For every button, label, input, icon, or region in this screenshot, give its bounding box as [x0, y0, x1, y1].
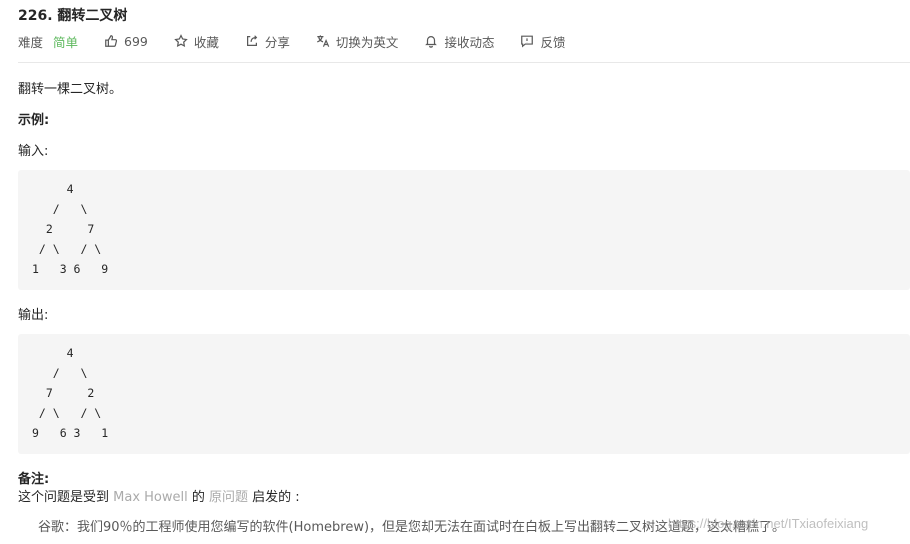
problem-description: 翻转一棵二叉树。	[18, 82, 123, 97]
share-icon	[246, 35, 258, 46]
subscribe-button[interactable]: 接收动态	[424, 32, 494, 51]
example-heading: 示例:	[18, 113, 50, 128]
output-label: 输出:	[18, 308, 49, 323]
favorite-button[interactable]: 收藏	[174, 32, 219, 51]
note-text: 这个问题是受到 Max Howell 的 原问题 启发的 :	[18, 486, 300, 505]
difficulty-label: 难度	[18, 34, 44, 50]
feedback-icon	[521, 35, 534, 48]
star-icon	[174, 34, 188, 48]
input-tree: 4 / \ 2 7 / \ / \ 1 3 6 9	[32, 182, 109, 276]
like-count: 699	[124, 33, 148, 49]
note-heading: 备注:	[18, 472, 50, 487]
difficulty-value: 简单	[53, 34, 79, 50]
output-tree: 4 / \ 7 2 / \ / \ 9 6 3 1	[32, 346, 109, 440]
translate-label: 切换为英文	[335, 34, 399, 50]
note-mid: 的	[187, 490, 209, 505]
bell-icon	[425, 36, 438, 48]
max-howell-link[interactable]: Max Howell	[113, 490, 188, 505]
thumbs-up-icon	[105, 35, 118, 47]
output-code-block: 4 / \ 7 2 / \ / \ 9 6 3 1	[18, 334, 910, 454]
translate-button[interactable]: 切换为英文	[316, 32, 399, 51]
favorite-label: 收藏	[193, 34, 219, 50]
subscribe-label: 接收动态	[444, 34, 495, 50]
translate-icon	[317, 35, 330, 47]
feedback-label: 反馈	[540, 34, 566, 50]
input-code-block: 4 / \ 2 7 / \ / \ 1 3 6 9	[18, 170, 910, 290]
original-question-link[interactable]: 原问题	[209, 490, 248, 505]
like-button[interactable]: 699	[104, 34, 148, 49]
header-divider	[18, 62, 910, 63]
note-prefix: 这个问题是受到	[18, 490, 114, 505]
share-label: 分享	[264, 34, 290, 50]
input-label: 输入:	[18, 144, 49, 159]
problem-title: 226. 翻转二叉树	[18, 8, 128, 24]
feedback-button[interactable]: 反馈	[520, 32, 565, 51]
note-suffix: 启发的 :	[248, 490, 300, 505]
problem-meta-bar: 难度 简单 699 收藏 分享 切换为英文 接收动态 反馈	[18, 32, 591, 50]
watermark: https://blog.csdn.net/ITxiaofeixiang	[668, 516, 869, 531]
share-button[interactable]: 分享	[245, 32, 290, 51]
